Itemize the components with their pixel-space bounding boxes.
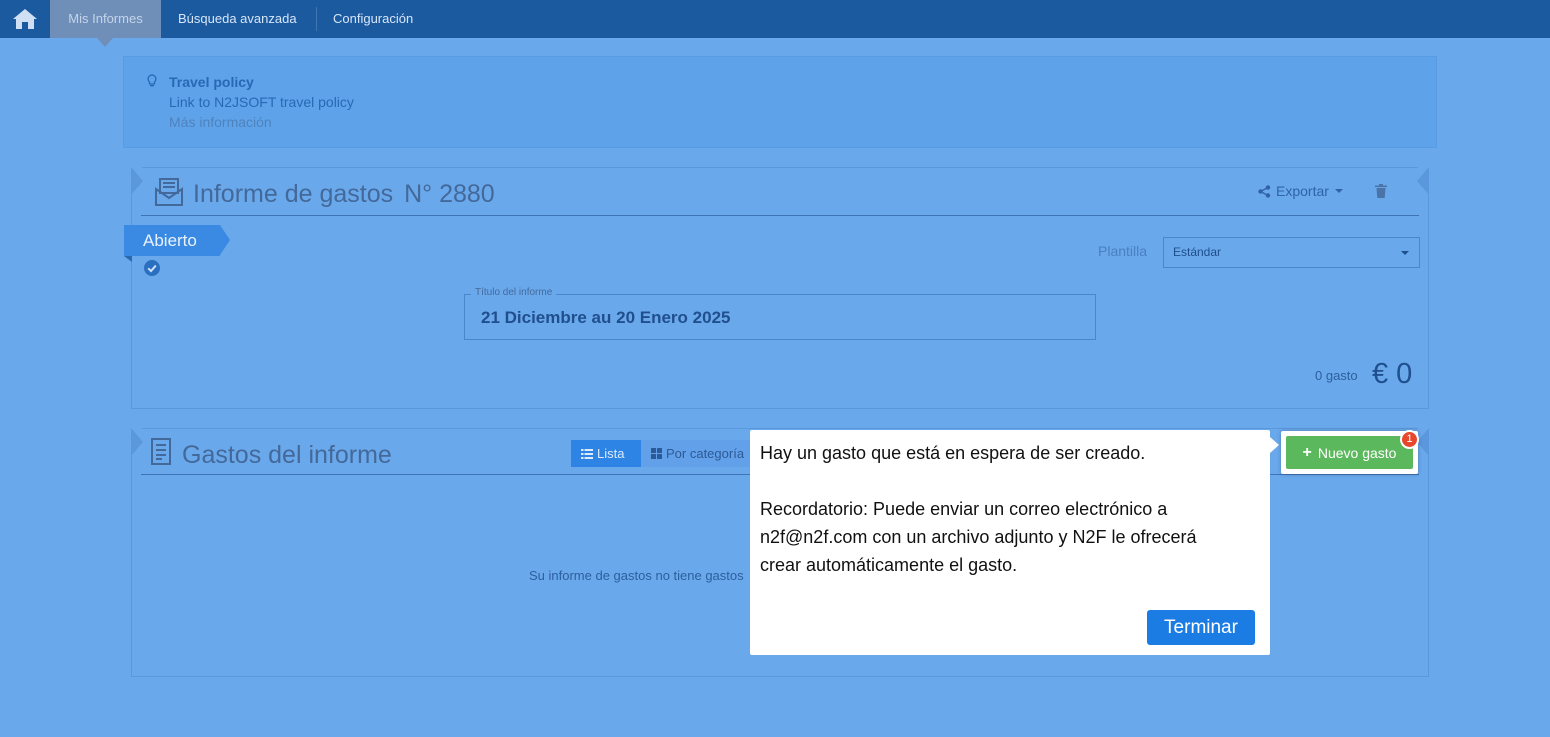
total-amount: € 0 — [1372, 358, 1413, 390]
panel-top-border — [142, 428, 1418, 429]
template-label: Plantilla — [1098, 243, 1148, 259]
nav-tab-label: Búsqueda avanzada — [178, 11, 297, 26]
home-icon — [13, 9, 37, 29]
receipt-icon — [151, 438, 171, 465]
finish-button[interactable]: Terminar — [1147, 610, 1255, 645]
top-navbar: Mis Informes Búsqueda avanzada Configura… — [0, 0, 1550, 47]
panel-notch — [1417, 167, 1429, 195]
notification-badge: 1 — [1400, 430, 1419, 449]
nav-divider — [316, 7, 317, 31]
panel-divider — [141, 215, 1419, 216]
nav-tab-label: Configuración — [333, 11, 414, 26]
export-label: Exportar — [1276, 183, 1329, 199]
popover-arrow — [1270, 437, 1279, 453]
check-circle-icon — [144, 260, 160, 276]
panel-notch — [131, 167, 143, 195]
panel-notch — [1417, 428, 1429, 456]
view-toggle: Lista Por categoría — [571, 440, 755, 467]
list-icon — [581, 448, 593, 459]
new-expense-button[interactable]: + Nuevo gasto — [1286, 436, 1413, 469]
plus-icon: + — [1302, 443, 1312, 461]
report-panel: Informe de gastos N° 2880 Exportar Abier… — [124, 167, 1429, 409]
popover-text: Recordatorio: Puede enviar un correo ele… — [760, 499, 1168, 519]
title-field-label: Título del informe — [471, 287, 557, 298]
guide-popover: Hay un gasto que está en espera de ser c… — [750, 430, 1270, 655]
trash-icon[interactable] — [1375, 184, 1387, 198]
travel-policy-box: Travel policy Link to N2JSOFT travel pol… — [123, 56, 1437, 148]
view-list-label: Lista — [597, 446, 625, 461]
report-title-field[interactable]: Título del informe 21 Diciembre au 20 En… — [464, 287, 1096, 340]
nav-tab-label: Mis Informes — [68, 11, 143, 26]
active-tab-pointer — [97, 38, 113, 47]
panel-top-border — [142, 167, 1418, 168]
report-title-text: Informe de gastos — [193, 180, 394, 208]
nav-tab-settings[interactable]: Configuración — [333, 0, 413, 38]
popover-text: n2f@n2f.com con un archivo adjunto y N2F… — [760, 527, 1197, 547]
new-expense-label: Nuevo gasto — [1317, 444, 1397, 461]
title-field-value: 21 Diciembre au 20 Enero 2025 — [481, 308, 731, 327]
expenses-title: Gastos del informe — [182, 441, 392, 469]
popover-text: Hay un gasto que está en espera de ser c… — [760, 443, 1146, 463]
nav-tab-my-reports[interactable]: Mis Informes — [50, 0, 161, 47]
share-icon — [1258, 184, 1271, 198]
expense-count: 0 gasto — [1315, 368, 1358, 383]
view-category-label: Por categoría — [666, 446, 745, 461]
panel-notch — [131, 428, 143, 456]
template-value: Estándar — [1173, 245, 1222, 259]
envelope-document-icon — [155, 178, 183, 206]
export-dropdown[interactable]: Exportar — [1258, 183, 1343, 199]
empty-expenses-message: Su informe de gastos no tiene gastos — [529, 568, 744, 583]
report-title: Informe de gastos N° 2880 — [193, 180, 495, 209]
status-ribbon: Abierto — [124, 225, 230, 262]
report-number: N° 2880 — [404, 180, 495, 208]
lightbulb-icon — [147, 74, 157, 87]
more-info-link[interactable]: Más información — [169, 114, 272, 130]
grid-icon — [651, 448, 662, 459]
nav-tab-advanced-search[interactable]: Búsqueda avanzada — [178, 0, 297, 38]
view-category-button[interactable]: Por categoría — [641, 440, 755, 467]
new-expense-highlight: + Nuevo gasto 1 — [1281, 430, 1419, 474]
policy-link[interactable]: Link to N2JSOFT travel policy — [169, 94, 354, 110]
popover-text: crear automáticamente el gasto. — [760, 555, 1018, 575]
template-select[interactable]: Estándar — [1163, 237, 1420, 268]
chevron-down-icon — [1401, 251, 1409, 255]
view-list-button[interactable]: Lista — [571, 440, 641, 467]
chevron-down-icon — [1334, 189, 1343, 193]
policy-title: Travel policy — [169, 74, 254, 90]
home-button[interactable] — [0, 0, 50, 38]
